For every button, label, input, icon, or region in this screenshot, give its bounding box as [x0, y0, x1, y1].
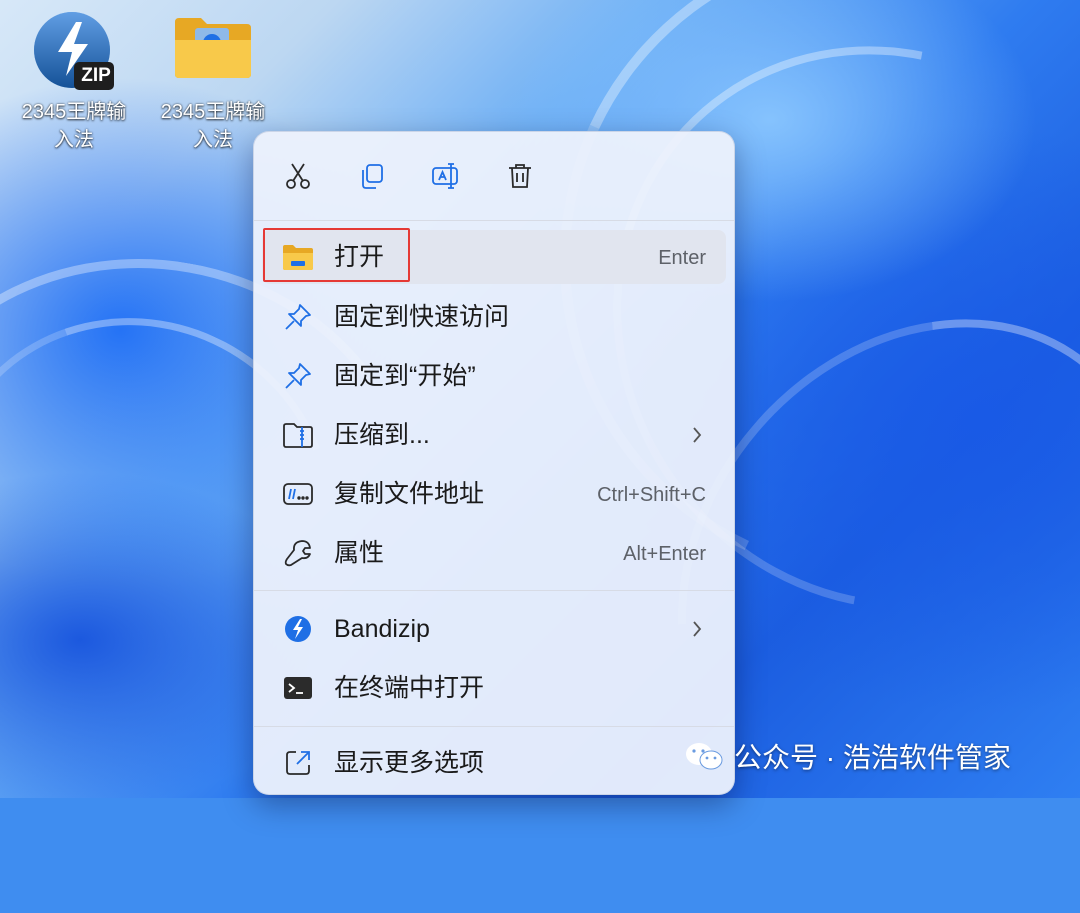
menu-item-shortcut: Alt+Enter [623, 543, 706, 565]
menu-item-compress-to[interactable]: 压缩到... [262, 408, 726, 462]
terminal-icon [282, 673, 314, 703]
trash-icon [509, 164, 531, 188]
chevron-right-icon [693, 427, 702, 443]
copy-path-icon [282, 479, 314, 509]
rename-icon [432, 163, 458, 189]
menu-item-shortcut: Ctrl+Shift+C [597, 484, 706, 506]
bandizip-icon [282, 614, 314, 644]
wechat-icon [686, 743, 723, 770]
desktop-icon-label: 2345王牌输 入法 [9, 98, 139, 154]
delete-button[interactable] [498, 154, 542, 198]
menu-separator [254, 220, 734, 221]
desktop-icon-label-line1: 2345王牌输 [160, 101, 266, 123]
menu-item-label: 显示更多选项 [334, 749, 485, 777]
folder-icon [171, 14, 255, 94]
zip-badge: ZIP [81, 65, 111, 86]
cut-button[interactable] [276, 154, 320, 198]
menu-item-label: 在终端中打开 [334, 674, 485, 702]
menu-item-bandizip[interactable]: Bandizip [262, 602, 726, 656]
zip-archive-icon: ZIP [32, 10, 116, 94]
wrench-icon [282, 538, 314, 568]
watermark: 公众号 · 浩浩软件管家 [684, 738, 1011, 774]
pin-icon [282, 361, 314, 391]
menu-item-label: 固定到快速访问 [334, 303, 510, 331]
menu-item-label: Bandizip [334, 615, 430, 643]
copy-icon [362, 164, 383, 189]
zip-folder-icon [282, 420, 314, 450]
menu-separator [254, 590, 734, 591]
highlight-annotation [263, 228, 410, 282]
menu-item-label: 固定到“开始” [334, 362, 476, 390]
menu-item-label: 复制文件地址 [334, 480, 485, 508]
menu-item-copy-path[interactable]: 复制文件地址 Ctrl+Shift+C [262, 467, 726, 521]
desktop-icon-label-line1: 2345王牌输 [21, 101, 127, 123]
watermark-text: 公众号 · 浩浩软件管家 [734, 742, 1011, 773]
menu-item-shortcut: Enter [658, 247, 706, 269]
chevron-right-icon [693, 621, 702, 637]
desktop-icon-label-line2: 入法 [54, 129, 94, 151]
menu-item-label: 压缩到... [334, 421, 430, 449]
menu-item-properties[interactable]: 属性 Alt+Enter [262, 526, 726, 580]
rename-button[interactable] [424, 154, 468, 198]
external-link-icon [282, 748, 314, 778]
menu-separator [254, 726, 734, 727]
desktop-icon-zip[interactable]: ZIP 2345王牌输 入法 [9, 10, 139, 154]
context-menu-toolbar [254, 132, 734, 220]
scissors-icon [286, 163, 310, 189]
copy-button[interactable] [350, 154, 394, 198]
menu-item-pin-start[interactable]: 固定到“开始” [262, 349, 726, 403]
menu-item-show-more-options[interactable]: 显示更多选项 [262, 736, 726, 790]
menu-item-label: 属性 [334, 539, 385, 567]
menu-item-open-in-terminal[interactable]: 在终端中打开 [262, 661, 726, 715]
pin-icon [282, 302, 314, 332]
context-menu: 打开 Enter 固定到快速访问 固定到“开始” 压缩到... 复制文件地址 C… [253, 131, 735, 795]
menu-item-pin-quick-access[interactable]: 固定到快速访问 [262, 290, 726, 344]
